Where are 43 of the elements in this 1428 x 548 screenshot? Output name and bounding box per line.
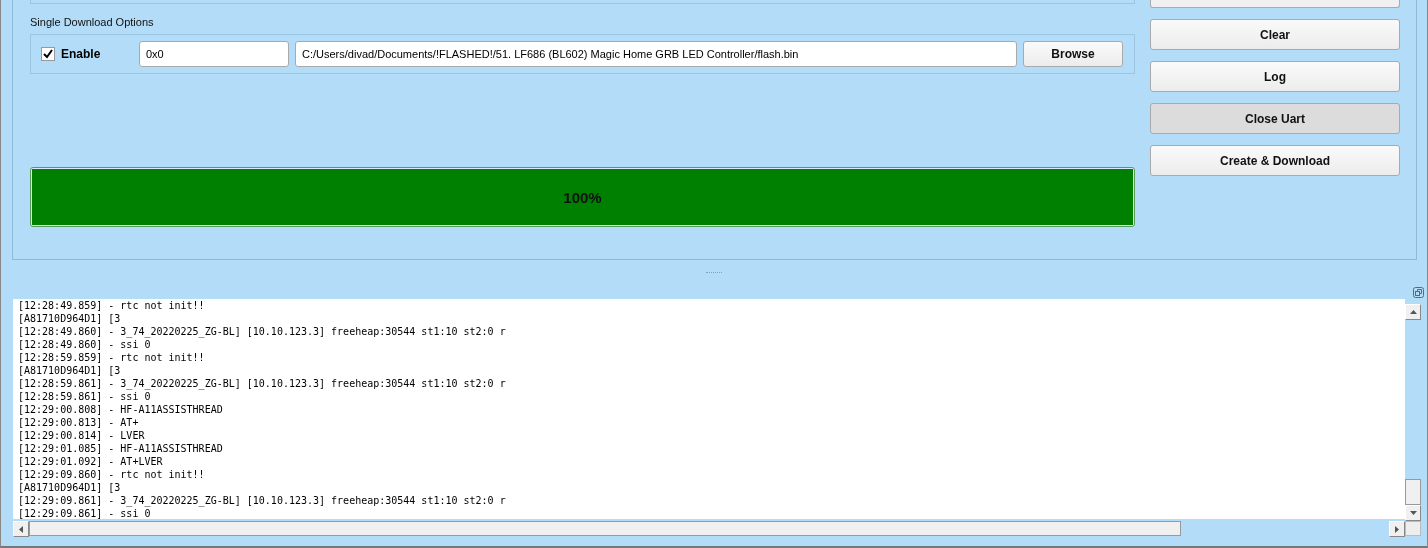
- log-line: [12:29:00.814] - LVER: [18, 429, 146, 442]
- address-field[interactable]: 0x0: [139, 41, 289, 67]
- log-line: [12:29:00.813] - AT+: [18, 416, 140, 429]
- triangle-up-icon: [1409, 310, 1417, 314]
- log-line: [A81710D964D1] [3: [18, 364, 122, 377]
- log-line: [A81710D964D1] [3: [18, 481, 122, 494]
- scrollbar-corner: [1405, 521, 1421, 536]
- vertical-scrollbar[interactable]: [1405, 304, 1421, 521]
- scroll-up-button[interactable]: [1405, 304, 1421, 320]
- scroll-thumb[interactable]: [1405, 479, 1421, 505]
- scroll-right-button[interactable]: [1389, 521, 1405, 537]
- enable-checkbox[interactable]: Enable: [41, 47, 133, 61]
- triangle-down-icon: [1409, 511, 1417, 515]
- log-line: [12:29:01.085] - HF-A11ASSISTHREAD: [18, 442, 224, 455]
- action-button[interactable]: Close Uart: [1150, 103, 1400, 134]
- browse-button[interactable]: Browse: [1023, 41, 1123, 67]
- log-line: [12:29:09.861] - ssi 0: [18, 507, 152, 519]
- log-line: [12:28:49.860] - 3_74_20220225_ZG-BL] [10.10.123.3] freeheap:30544 st1:10 st2:0 r: [18, 325, 507, 338]
- log-line: [12:28:49.860] - ssi 0: [18, 338, 152, 351]
- triangle-left-icon: [19, 525, 23, 533]
- scroll-down-button[interactable]: [1405, 505, 1421, 521]
- scroll-left-button[interactable]: [13, 521, 29, 537]
- log-line: [A81710D964D1] [3: [18, 312, 122, 325]
- log-line: [12:29:01.092] - AT+LVER: [18, 455, 164, 468]
- horizontal-scrollbar[interactable]: [13, 521, 1405, 536]
- log-line: [12:28:59.859] - rtc not init!!: [18, 351, 206, 364]
- log-line: [12:29:09.861] - 3_74_20220225_ZG-BL] [10.10.123.3] freeheap:30544 st1:10 st2:0 r: [18, 494, 507, 507]
- file-path-field[interactable]: C:/Users/divad/Documents/!FLASHED!/51. LF686 (BL602) Magic Home GRB LED Controller/flash.bin: [295, 41, 1017, 67]
- progress-label: 100%: [563, 188, 602, 206]
- log-line: [12:28:59.861] - ssi 0: [18, 390, 152, 403]
- button[interactable]: [1150, 0, 1400, 8]
- log-line: [12:28:49.859] - rtc not init!!: [18, 299, 206, 312]
- log-line: [12:29:00.808] - HF-A11ASSISTHREAD: [18, 403, 224, 416]
- group-title: Single Download Options: [30, 16, 155, 28]
- scroll-thumb[interactable]: [29, 521, 1181, 536]
- log-line: [12:28:59.861] - 3_74_20220225_ZG-BL] [10.10.123.3] freeheap:30544 st1:10 st2:0 r: [18, 377, 507, 390]
- action-button[interactable]: Create & Download: [1150, 145, 1400, 176]
- restore-icon[interactable]: [1413, 287, 1424, 298]
- triangle-right-icon: [1395, 525, 1399, 533]
- splitter-grip-icon[interactable]: [706, 272, 722, 275]
- action-button[interactable]: Clear: [1150, 19, 1400, 50]
- action-button[interactable]: Log: [1150, 61, 1400, 92]
- log-line: [12:29:09.860] - rtc not init!!: [18, 468, 206, 481]
